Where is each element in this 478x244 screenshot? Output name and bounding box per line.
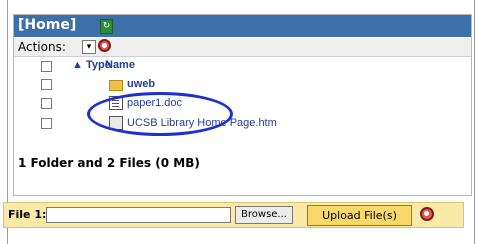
actions-dropdown[interactable]: ▾	[82, 40, 96, 54]
list-item: paper1.doc	[14, 95, 471, 113]
title-bar: [Home] ↻	[14, 15, 471, 37]
actions-go-icon[interactable]	[98, 39, 111, 52]
select-all-checkbox[interactable]	[41, 61, 52, 72]
file-path-input[interactable]	[46, 207, 231, 223]
upload-options-icon[interactable]	[420, 207, 434, 221]
file-name-link[interactable]: uweb	[127, 78, 155, 90]
name-column-header[interactable]: Name	[105, 59, 135, 71]
folder-icon	[109, 80, 123, 91]
upload-bar: File 1: Browse... Upload File(s)	[3, 202, 464, 228]
actions-toolbar: Actions: ▾	[14, 38, 471, 57]
highlight-ellipse	[87, 92, 233, 136]
list-item: uweb	[14, 76, 471, 94]
row-checkbox[interactable]	[41, 118, 52, 129]
browse-button[interactable]: Browse...	[235, 206, 293, 224]
sort-arrow-icon: ▲	[72, 59, 83, 71]
frame-right-border	[474, 0, 475, 244]
actions-label: Actions:	[18, 40, 66, 54]
table-header: ▲ Type Name	[14, 58, 471, 74]
screenshot: s [Home] ↻ Actions: ▾ ▲ Type Name uweb	[0, 0, 478, 244]
row-checkbox[interactable]	[41, 79, 52, 90]
file-manager-panel: [Home] ↻ Actions: ▾ ▲ Type Name uweb pap…	[13, 14, 472, 196]
row-checkbox[interactable]	[41, 98, 52, 109]
list-item: UCSB Library Home Page.htm	[14, 115, 471, 133]
refresh-icon[interactable]: ↻	[100, 19, 113, 34]
file-input-label: File 1:	[8, 208, 47, 221]
folder-title: [Home]	[18, 17, 77, 33]
folder-summary: 1 Folder and 2 Files (0 MB)	[18, 156, 200, 170]
upload-files-button[interactable]: Upload File(s)	[307, 205, 412, 226]
